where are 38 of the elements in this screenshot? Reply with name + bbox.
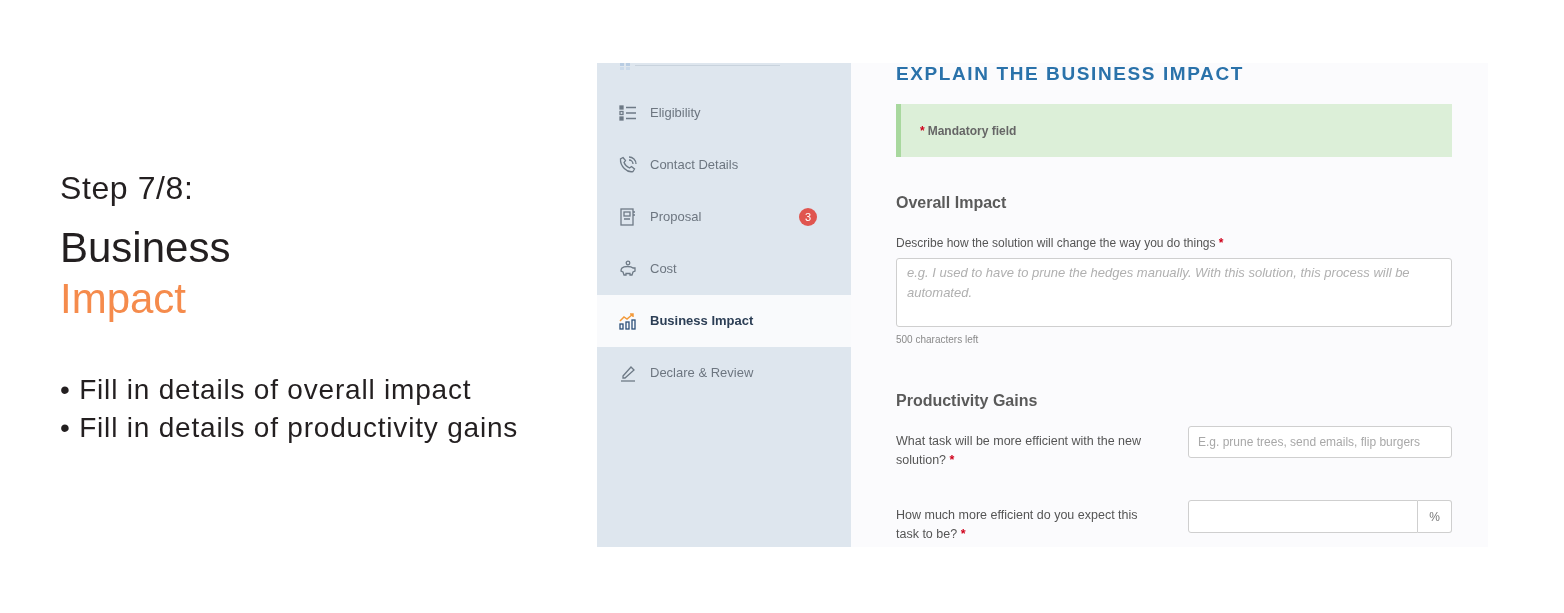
sidebar-item-label: Contact Details <box>650 156 739 175</box>
sidebar-item[interactable]: Proposal 3 <box>597 191 851 243</box>
percentage-input-field[interactable] <box>1188 500 1418 533</box>
pen-icon <box>619 364 637 382</box>
sidebar-item[interactable]: Contact Details <box>597 139 851 191</box>
sidebar-item-label: Declare & Review <box>650 364 754 383</box>
piggy-bank-icon <box>619 260 637 278</box>
sidebar-item-label: Cost <box>650 260 677 279</box>
list-icon <box>619 104 637 122</box>
sidebar-item-label: Eligibility <box>650 104 701 123</box>
step-counter: Step 7/8: <box>60 170 194 206</box>
notice-text: Mandatory field <box>927 122 1017 140</box>
section-heading: Overall Impact <box>896 193 1007 213</box>
percent-addon: % <box>1418 500 1452 533</box>
notebook-icon <box>619 208 637 226</box>
field-label: What task will be more efficient with the new solution? * <box>896 433 1142 469</box>
bullet-point: • Fill in details of productivity gains <box>60 411 519 445</box>
sidebar-item-label: Business Impact <box>650 312 754 331</box>
field-label: How much more efficient do you expect this task to be? * <box>896 507 1139 543</box>
slide-title-highlight: Impact <box>60 274 187 324</box>
task-input-field[interactable]: E.g. prune trees, send emails, flip burgers <box>1188 426 1452 458</box>
cut-off-icon <box>620 63 630 70</box>
sidebar-item-label: Proposal <box>650 208 702 227</box>
sidebar-item[interactable]: Declare & Review <box>597 347 851 399</box>
phone-icon <box>619 156 637 174</box>
sidebar-item[interactable]: Business Impact <box>597 295 851 347</box>
section-heading: Productivity Gains <box>896 391 1038 411</box>
required-mark: * <box>920 122 925 140</box>
character-count: 500 characters left <box>896 333 979 347</box>
slide-title: Business <box>60 223 231 273</box>
sidebar-item[interactable]: Cost <box>597 243 851 295</box>
description-field[interactable]: e.g. I used to have to prune the hedges manually. With this solution, this process will be automated. <box>896 258 1452 327</box>
bullet-point: • Fill in details of overall impact <box>60 373 472 407</box>
form-title: EXPLAIN THE BUSINESS IMPACT <box>896 63 1244 85</box>
field-label: Describe how the solution will change the way you do things * <box>896 235 1224 251</box>
bar-chart-icon <box>619 312 637 330</box>
sidebar-item[interactable]: Eligibility <box>597 87 851 139</box>
count-badge: 3 <box>799 208 817 226</box>
